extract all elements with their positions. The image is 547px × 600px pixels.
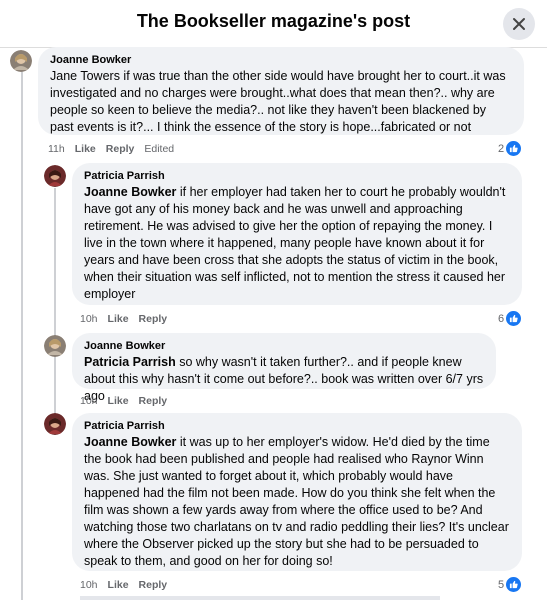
reaction-number: 6 xyxy=(498,312,505,325)
like-button[interactable]: Like xyxy=(108,579,129,591)
comment-text: Joanne Bowker it was up to her employer'… xyxy=(84,434,510,570)
thread-line xyxy=(21,70,23,600)
comment-actions: 10h Like Reply xyxy=(80,313,167,325)
comment-bubble: Joanne Bowker Jane Towers if was true th… xyxy=(38,47,524,135)
reaction-number: 5 xyxy=(498,578,505,591)
mention-link[interactable]: Patricia Parrish xyxy=(84,355,176,369)
reply-button[interactable]: Reply xyxy=(106,143,135,155)
comment-bubble: Patricia Parrish Joanne Bowker it was up… xyxy=(72,413,522,571)
reaction-number: 2 xyxy=(498,142,505,155)
like-button[interactable]: Like xyxy=(108,395,129,407)
comment-time[interactable]: 10h xyxy=(80,313,98,325)
comment-body: if her employer had taken her to court h… xyxy=(84,185,506,301)
avatar[interactable] xyxy=(44,165,66,187)
comment-time[interactable]: 10h xyxy=(80,579,98,591)
comment-time[interactable]: 10h xyxy=(80,395,98,407)
comment-time[interactable]: 11h xyxy=(48,143,65,155)
comment-author[interactable]: Patricia Parrish xyxy=(84,169,510,183)
comment-author[interactable]: Patricia Parrish xyxy=(84,419,510,433)
edited-label[interactable]: Edited xyxy=(144,143,174,155)
mention-link[interactable]: Joanne Bowker xyxy=(84,185,176,199)
comment-actions: 11h Like Reply Edited xyxy=(48,143,174,155)
avatar[interactable] xyxy=(44,413,66,435)
comment-text: Joanne Bowker if her employer had taken … xyxy=(84,184,510,303)
avatar[interactable] xyxy=(10,50,32,72)
reaction-count[interactable]: 5 xyxy=(498,577,522,592)
comment-text: Jane Towers if was true than the other s… xyxy=(50,69,506,134)
like-reaction-icon xyxy=(506,311,522,326)
reply-button[interactable]: Reply xyxy=(139,579,168,591)
reply-button[interactable]: Reply xyxy=(139,313,168,325)
close-icon xyxy=(513,18,525,30)
like-reaction-icon xyxy=(506,577,522,592)
like-reaction-icon xyxy=(506,141,522,156)
reaction-count[interactable]: 2 xyxy=(498,141,522,156)
avatar[interactable] xyxy=(44,335,66,357)
comment-author[interactable]: Joanne Bowker xyxy=(50,53,512,67)
dialog-header: The Bookseller magazine's post xyxy=(0,0,547,48)
comment-body: it was up to her employer's widow. He'd … xyxy=(84,435,509,568)
reaction-count[interactable]: 6 xyxy=(498,311,522,326)
next-comment-edge xyxy=(80,596,440,600)
mention-link[interactable]: Joanne Bowker xyxy=(84,435,176,449)
comment-actions: 10h Like Reply xyxy=(80,579,167,591)
reply-button[interactable]: Reply xyxy=(139,395,168,407)
dialog-title: The Bookseller magazine's post xyxy=(136,11,411,31)
comment-bubble: Joanne Bowker Patricia Parrish so why wa… xyxy=(72,333,496,403)
comment-actions: 10h Like Reply xyxy=(80,395,167,407)
comment-author[interactable]: Joanne Bowker xyxy=(84,339,484,353)
comment-bubble: Patricia Parrish Joanne Bowker if her em… xyxy=(72,163,522,305)
like-button[interactable]: Like xyxy=(75,143,96,155)
like-button[interactable]: Like xyxy=(108,313,129,325)
thread-line xyxy=(54,188,56,418)
close-button[interactable] xyxy=(503,8,535,40)
